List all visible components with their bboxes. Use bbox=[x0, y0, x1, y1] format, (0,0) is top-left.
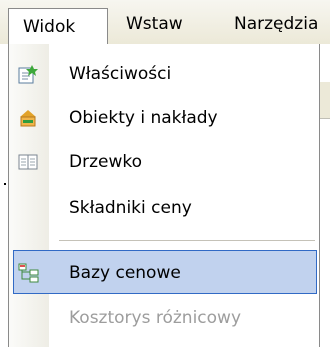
menu-item-objects[interactable]: Obiekty i nakłady bbox=[9, 96, 319, 140]
properties-icon bbox=[17, 63, 39, 85]
menu-item-objects-label: Obiekty i nakłady bbox=[69, 108, 218, 128]
background-dot bbox=[4, 183, 6, 185]
menu-widok[interactable]: Widok bbox=[8, 8, 108, 44]
tree-icon bbox=[17, 151, 39, 173]
menu-wstaw-label: Wstaw bbox=[126, 14, 183, 34]
menu-narzedzia-label: Narzędzia bbox=[234, 14, 319, 34]
background-toolbar bbox=[320, 82, 330, 119]
menu-widok-label: Widok bbox=[23, 17, 76, 37]
widok-dropdown-menu: Właściwości Obiekty i nakłady Drzewko Sk… bbox=[8, 44, 320, 347]
menu-separator bbox=[59, 240, 315, 241]
objects-icon bbox=[17, 107, 39, 129]
menu-item-properties[interactable]: Właściwości bbox=[9, 52, 319, 96]
price-bases-icon bbox=[18, 262, 40, 284]
menu-wstaw[interactable]: Wstaw bbox=[116, 6, 193, 42]
menu-item-price-bases-label: Bazy cenowe bbox=[69, 263, 181, 283]
menu-item-price-components[interactable]: Składniki ceny bbox=[9, 186, 319, 230]
menu-narzedzia[interactable]: Narzędzia bbox=[224, 6, 328, 42]
menu-item-properties-label: Właściwości bbox=[69, 64, 172, 84]
menu-item-tree-label: Drzewko bbox=[69, 152, 143, 172]
menu-item-tree[interactable]: Drzewko bbox=[9, 140, 319, 184]
menu-item-differential-estimate-label: Kosztorys różnicowy bbox=[69, 308, 242, 328]
menu-item-price-bases[interactable]: Bazy cenowe bbox=[13, 250, 317, 294]
menu-item-price-components-label: Składniki ceny bbox=[69, 198, 192, 218]
menu-bar: Widok Wstaw Narzędzia bbox=[0, 0, 330, 44]
menu-item-differential-estimate[interactable]: Kosztorys różnicowy bbox=[9, 296, 319, 340]
